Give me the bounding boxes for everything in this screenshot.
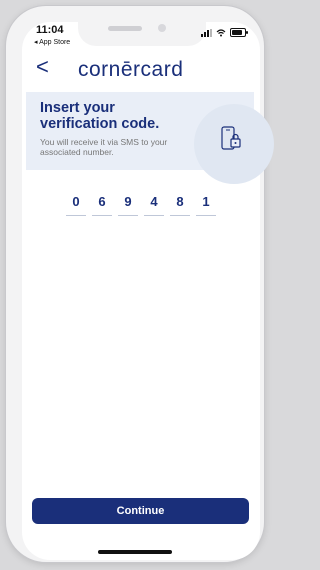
code-digit[interactable]: 8 (170, 194, 190, 216)
notch (78, 12, 206, 46)
code-digit[interactable]: 0 (66, 194, 86, 216)
code-digit[interactable]: 1 (196, 194, 216, 216)
phone-frame (6, 6, 264, 562)
cornercard-logo: cornērcard (78, 58, 184, 81)
status-back-app[interactable]: ◂ App Store (34, 38, 70, 46)
camera (158, 24, 166, 32)
back-button[interactable]: < (36, 54, 49, 80)
status-icons (201, 28, 248, 37)
continue-button[interactable]: Continue (32, 498, 249, 524)
banner-title: Insert your verification code. (40, 100, 160, 132)
verification-code[interactable]: 0 6 9 4 8 1 (66, 194, 216, 216)
top-nav: < cornērcard (36, 54, 246, 82)
status-time: 11:04 (36, 24, 64, 36)
speaker (108, 26, 142, 31)
code-digit[interactable]: 9 (118, 194, 138, 216)
code-digit[interactable]: 6 (92, 194, 112, 216)
code-digit[interactable]: 4 (144, 194, 164, 216)
home-indicator (98, 550, 172, 554)
banner-subtitle: You will receive it via SMS to your asso… (40, 137, 168, 157)
phone-lock-icon (221, 126, 241, 150)
wifi-icon (216, 28, 226, 36)
battery-icon (230, 28, 248, 37)
signal-icon (201, 28, 212, 37)
verification-banner: Insert your verification code. You will … (26, 92, 274, 184)
